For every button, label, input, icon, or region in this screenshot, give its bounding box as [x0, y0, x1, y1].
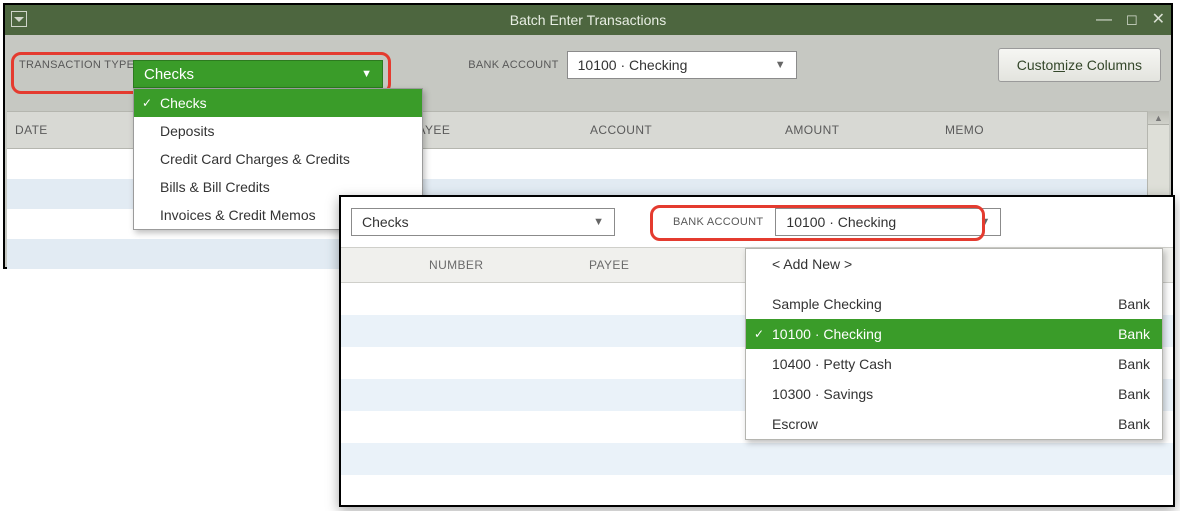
table-row[interactable]	[341, 443, 1173, 475]
transaction-type-dropdown[interactable]: Checks ▼	[133, 60, 383, 88]
bank-account-dropdown-b[interactable]: 10100 · Checking ▼	[775, 208, 1001, 236]
customize-columns-button[interactable]: Customize Columns	[998, 48, 1161, 82]
chevron-down-icon: ▼	[593, 216, 604, 228]
toolbar-b: Checks ▼ BANK ACCOUNT 10100 · Checking ▼	[341, 197, 1173, 247]
menu-item-10400-petty-cash[interactable]: 10400 · Petty Cash Bank	[746, 349, 1162, 379]
transaction-type-value: Checks	[144, 66, 194, 83]
transaction-type-dropdown-b[interactable]: Checks ▼	[351, 208, 615, 236]
transaction-type-label: TRANSACTION TYPE	[19, 59, 134, 71]
menu-item-sample-checking[interactable]: Sample Checking Bank	[746, 289, 1162, 319]
maximize-icon[interactable]: ☐	[1126, 14, 1138, 27]
transaction-type-value-b: Checks	[362, 214, 409, 230]
menu-item-escrow[interactable]: Escrow Bank	[746, 409, 1162, 439]
bank-account-label-a: BANK ACCOUNT	[468, 59, 558, 71]
menu-item-10300-savings[interactable]: 10300 · Savings Bank	[746, 379, 1162, 409]
window-title: Batch Enter Transactions	[510, 12, 666, 28]
window-menu-icon[interactable]	[11, 11, 27, 27]
table-row[interactable]	[341, 475, 1173, 507]
menu-item-add-new[interactable]: < Add New >	[746, 249, 1162, 279]
minimize-icon[interactable]: —	[1096, 12, 1112, 28]
chevron-down-icon: ▼	[775, 59, 786, 71]
bank-account-value-b: 10100 · Checking	[786, 214, 896, 230]
menu-item-10100-checking[interactable]: 10100 · Checking Bank	[746, 319, 1162, 349]
bank-account-dropdown-a[interactable]: 10100 · Checking ▼	[567, 51, 797, 79]
scroll-up-icon[interactable]	[1148, 111, 1169, 125]
menu-item-checks[interactable]: Checks	[134, 89, 422, 117]
close-icon[interactable]: ✕	[1152, 12, 1165, 28]
col-memo[interactable]: MEMO	[937, 123, 1147, 137]
col-payee[interactable]: PAYEE	[402, 123, 582, 137]
bank-account-overlay: Checks ▼ BANK ACCOUNT 10100 · Checking ▼…	[339, 195, 1175, 507]
bank-account-label-b: BANK ACCOUNT	[673, 216, 763, 228]
col-number[interactable]: NUMBER	[421, 258, 581, 272]
chevron-down-icon: ▼	[980, 216, 991, 228]
menu-item-deposits[interactable]: Deposits	[134, 117, 422, 145]
bank-account-menu: < Add New > Sample Checking Bank 10100 ·…	[745, 248, 1163, 440]
titlebar: Batch Enter Transactions — ☐ ✕	[5, 5, 1171, 35]
menu-spacer	[746, 279, 1162, 289]
chevron-down-icon: ▼	[361, 68, 372, 80]
bank-account-value-a: 10100 · Checking	[578, 57, 688, 73]
col-amount[interactable]: AMOUNT	[777, 123, 937, 137]
col-account[interactable]: ACCOUNT	[582, 123, 777, 137]
menu-item-cc-charges[interactable]: Credit Card Charges & Credits	[134, 145, 422, 173]
